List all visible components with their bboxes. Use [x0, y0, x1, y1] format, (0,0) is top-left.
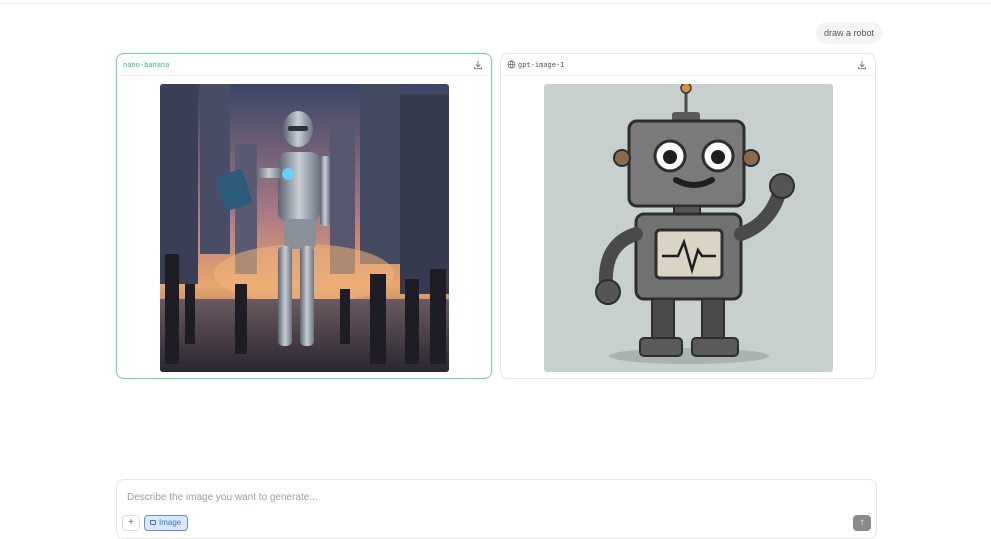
image-mode-label: Image — [159, 518, 182, 527]
download-icon[interactable] — [473, 60, 483, 70]
model-name-label: nano-banana — [123, 61, 170, 69]
arrow-up-icon: ↑ — [859, 517, 865, 528]
generated-image-cartoon-robot[interactable] — [544, 84, 833, 372]
generated-image-robot-city[interactable] — [160, 84, 449, 372]
prompt-composer: + Image ↑ — [116, 479, 877, 539]
image-mode-chip[interactable]: Image — [144, 515, 189, 531]
globe-icon — [507, 60, 516, 69]
top-divider — [0, 3, 991, 4]
image-icon — [150, 520, 156, 526]
model-name-label: gpt-image-1 — [518, 61, 565, 69]
result-card-header: nano-banana — [117, 54, 491, 76]
add-attachment-button[interactable]: + — [122, 515, 140, 531]
result-card-gpt-image-1[interactable]: gpt-image-1 — [500, 53, 876, 379]
download-icon[interactable] — [857, 60, 867, 70]
prompt-input[interactable] — [127, 492, 727, 503]
user-message-bubble: draw a robot — [816, 22, 883, 44]
send-button[interactable]: ↑ — [853, 515, 871, 531]
result-card-nano-banana[interactable]: nano-banana — [116, 53, 492, 379]
result-card-header: gpt-image-1 — [501, 54, 875, 76]
